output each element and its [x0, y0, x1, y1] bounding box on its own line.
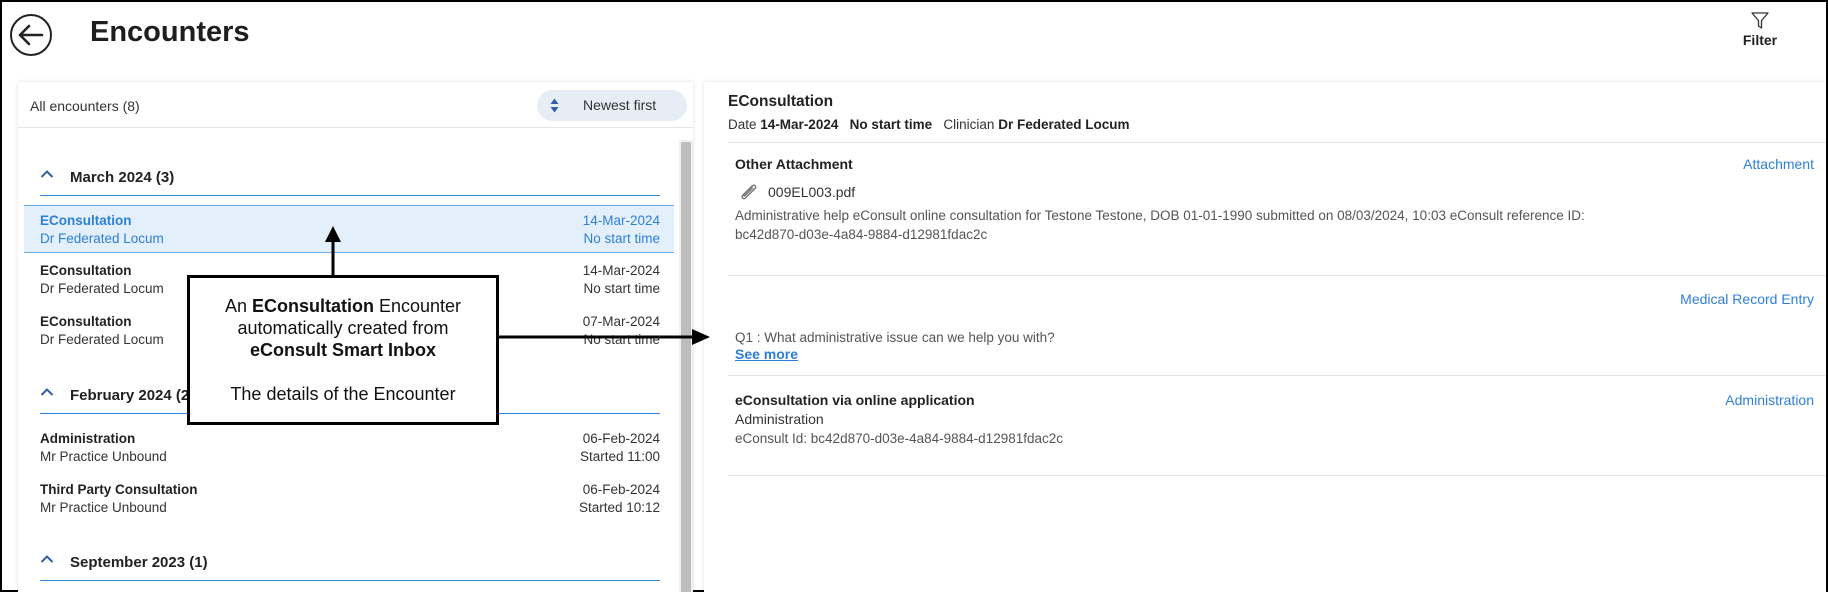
- annotation-callout: An EConsultation Encounter automatically…: [187, 275, 499, 425]
- encounter-time: Started 11:00: [579, 449, 660, 464]
- callout-bold: EConsultation: [251, 296, 374, 316]
- scrollbar-thumb[interactable]: [681, 142, 691, 592]
- encounter-date: 07-Mar-2024: [582, 314, 660, 329]
- see-more-link[interactable]: See more: [735, 346, 798, 362]
- callout-line4: The details of the Encounter: [230, 384, 456, 404]
- group-header-march-2024[interactable]: March 2024 (3): [40, 162, 660, 196]
- chevron-up-icon: [40, 170, 54, 178]
- list-header: All encounters (8) Newest first: [18, 82, 693, 128]
- attachment-description-line1: Administrative help eConsult online cons…: [735, 208, 1585, 223]
- encounter-type: Third Party Consultation: [40, 482, 198, 497]
- back-button[interactable]: [10, 14, 52, 56]
- medical-record-entry-link[interactable]: Medical Record Entry: [1680, 291, 1814, 307]
- encounter-clinician: Dr Federated Locum: [40, 332, 164, 347]
- encounter-date: 06-Feb-2024: [582, 482, 660, 497]
- chevron-up-icon: [40, 555, 54, 563]
- encounter-row[interactable]: Third Party Consultation Mr Practice Unb…: [24, 475, 674, 523]
- arrow-left-icon: [18, 24, 44, 46]
- attachment-file[interactable]: 009EL003.pdf: [738, 182, 855, 202]
- admin-subtitle: Administration: [735, 411, 824, 427]
- encounter-type: EConsultation: [40, 314, 132, 329]
- attachment-section-title: Other Attachment: [735, 156, 853, 172]
- encounter-type: Administration: [40, 431, 136, 446]
- paperclip-icon: [741, 184, 757, 200]
- filter-label: Filter: [1742, 32, 1778, 48]
- date-label: Date: [728, 117, 757, 132]
- administration-link[interactable]: Administration: [1725, 392, 1814, 408]
- attachment-description-line2: bc42d870-d03e-4a84-9884-d12981fdac2c: [735, 227, 988, 242]
- encounter-row[interactable]: EConsultation Dr Federated Locum 14-Mar-…: [24, 205, 674, 253]
- group-title: September 2023 (1): [70, 554, 208, 571]
- group-title: March 2024 (3): [70, 169, 175, 186]
- clinician-label: Clinician: [943, 117, 995, 132]
- encounter-time: Started 10:12: [578, 500, 660, 515]
- sort-icon: [550, 98, 559, 113]
- encounter-date: 06-Feb-2024: [582, 431, 660, 446]
- divider: [728, 375, 1826, 376]
- encounter-count: All encounters (8): [30, 98, 140, 114]
- encounter-time: No start time: [583, 231, 660, 246]
- divider: [728, 142, 1826, 143]
- callout-line2: automatically created from: [237, 318, 449, 338]
- callout-line1: An EConsultation Encounter: [190, 296, 496, 317]
- detail-clinician: Dr Federated Locum: [998, 117, 1130, 132]
- chevron-up-icon: [40, 388, 54, 396]
- encounter-row[interactable]: Administration Mr Practice Unbound 06-Fe…: [24, 424, 674, 472]
- sort-label: Newest first: [583, 97, 657, 113]
- encounter-time: No start time: [583, 281, 660, 296]
- detail-date: 14-Mar-2024: [760, 117, 839, 132]
- encounter-time: No start time: [583, 332, 660, 347]
- encounter-detail-panel: EConsultation Date 14-Mar-2024 No start …: [704, 82, 1826, 592]
- filter-button[interactable]: Filter: [1736, 12, 1784, 48]
- page-title: Encounters: [90, 16, 250, 48]
- econsult-id: eConsult Id: bc42d870-d03e-4a84-9884-d12…: [735, 431, 1064, 446]
- admin-section-title: eConsultation via online application: [735, 392, 975, 408]
- encounter-date: 14-Mar-2024: [582, 263, 660, 278]
- sort-dropdown[interactable]: Newest first: [537, 90, 687, 121]
- callout-suffix: Encounter: [373, 296, 462, 316]
- attachment-filename: 009EL003.pdf: [768, 184, 856, 200]
- group-title: February 2024 (2): [70, 387, 195, 404]
- divider: [728, 475, 1826, 476]
- attachment-link[interactable]: Attachment: [1743, 156, 1814, 172]
- callout-prefix: An: [224, 296, 252, 316]
- encounter-clinician: Mr Practice Unbound: [40, 449, 167, 464]
- callout-line3: eConsult Smart Inbox: [249, 340, 437, 360]
- detail-title: EConsultation: [728, 93, 834, 110]
- detail-meta: Date 14-Mar-2024 No start time Clinician…: [728, 117, 1129, 132]
- encounter-type: EConsultation: [40, 263, 132, 278]
- filter-icon: [1751, 12, 1769, 29]
- encounter-date: 14-Mar-2024: [582, 213, 660, 228]
- question-text: Q1 : What administrative issue can we he…: [735, 330, 1055, 345]
- encounter-type: EConsultation: [40, 213, 132, 228]
- encounter-clinician: Dr Federated Locum: [40, 231, 164, 246]
- encounter-clinician: Mr Practice Unbound: [40, 500, 167, 515]
- encounter-clinician: Dr Federated Locum: [40, 281, 164, 296]
- divider: [728, 275, 1826, 276]
- detail-start: No start time: [849, 117, 933, 132]
- group-header-september-2023[interactable]: September 2023 (1): [40, 547, 660, 581]
